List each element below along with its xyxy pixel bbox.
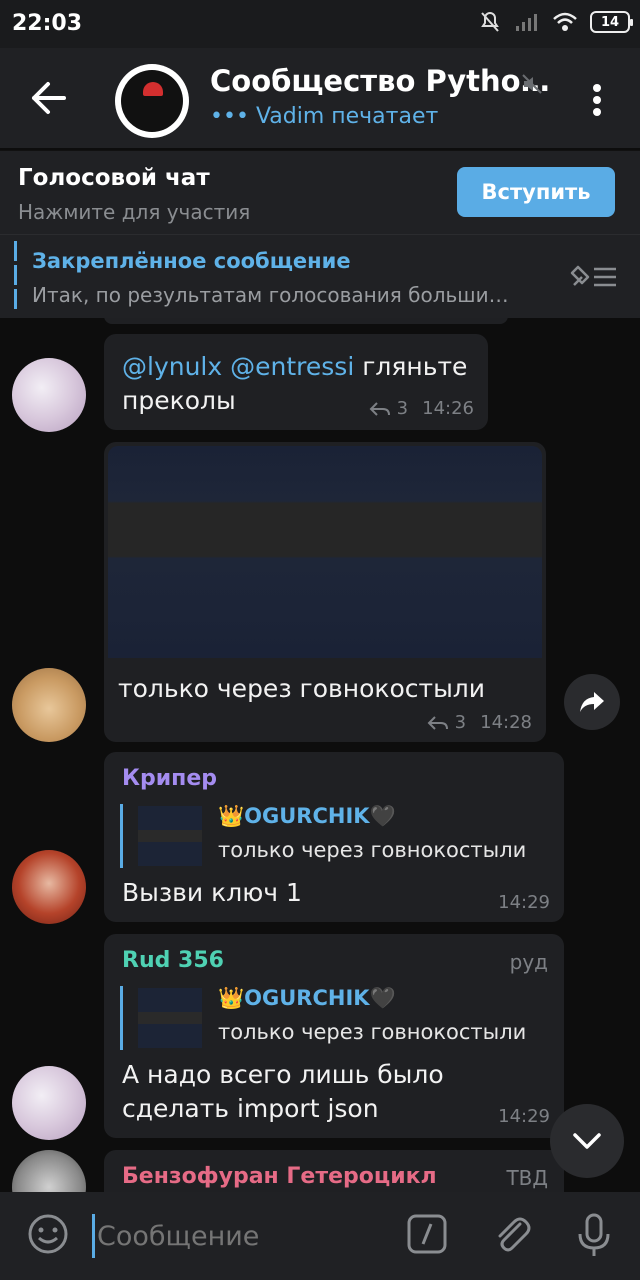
reply-author: 👑OGURCHIK🖤: [218, 804, 396, 828]
pin-list-icon[interactable]: [568, 261, 620, 291]
member-tag: ТВД: [506, 1166, 548, 1190]
pinned-indicator: [14, 241, 17, 311]
message-meta: 3 14:26: [369, 398, 474, 419]
typing-status: ••• Vadim печатает: [210, 104, 438, 129]
reply-text: только через говнокостыли: [218, 1020, 527, 1044]
message-bubble[interactable]: только через говнокостыли 3 14:28: [104, 442, 546, 742]
muted-icon: [522, 74, 542, 94]
emoji-icon[interactable]: [26, 1212, 70, 1256]
bot-commands-icon[interactable]: [406, 1212, 448, 1256]
voice-chat-bar[interactable]: Голосовой чат Нажмите для участия Вступи…: [0, 150, 640, 234]
reply-count-icon: [427, 715, 448, 730]
message-list[interactable]: @lynulx @entressi гляньте преколы 3 14:2…: [0, 318, 640, 1192]
avatar[interactable]: [12, 1150, 86, 1192]
pinned-message-bar[interactable]: Закреплённое сообщение Итак, по результа…: [0, 234, 640, 318]
message-text: Вызви ключ 1: [122, 878, 302, 907]
share-button[interactable]: [564, 674, 620, 730]
more-menu-icon[interactable]: [586, 80, 608, 120]
mention-link[interactable]: @lynulx: [122, 352, 222, 381]
mention-link[interactable]: @entressi: [230, 352, 354, 381]
message-bubble[interactable]: Крипер 👑OGURCHIK🖤 только через говнокост…: [104, 752, 564, 922]
reply-count-icon: [369, 401, 390, 416]
battery-level: 14: [600, 14, 620, 30]
status-time: 22:03: [12, 11, 83, 36]
message-text: А надо всего лишь было сделать import js…: [122, 1060, 444, 1123]
reply-preview[interactable]: 👑OGURCHIK🖤 только через говнокостыли: [120, 804, 540, 868]
typing-text: Vadim печатает: [255, 104, 439, 129]
reply-preview[interactable]: 👑OGURCHIK🖤 только через говнокостыли: [120, 986, 540, 1050]
reply-thumbnail: [138, 988, 202, 1048]
reply-text: только через говнокостыли: [218, 838, 527, 862]
reply-count[interactable]: 3: [397, 398, 408, 419]
voice-chat-title: Голосовой чат: [18, 165, 210, 191]
message-text: только через говнокостыли: [118, 674, 486, 703]
wifi-icon: [553, 12, 577, 31]
chevron-down-icon: [573, 1133, 601, 1149]
previous-message-tail: [104, 318, 508, 324]
pinned-title: Закреплённое сообщение: [32, 249, 351, 273]
avatar[interactable]: [12, 1066, 86, 1140]
message-meta: 3 14:28: [427, 712, 532, 733]
member-tag: руд: [509, 950, 548, 974]
sender-name[interactable]: Rud 356: [122, 948, 224, 973]
sender-name[interactable]: Бензофуран Гетероцикл: [122, 1164, 437, 1189]
signal-icon: [516, 14, 537, 31]
voice-chat-subtitle: Нажмите для участия: [18, 200, 251, 224]
reply-author: 👑OGURCHIK🖤: [218, 986, 396, 1010]
reply-count[interactable]: 3: [455, 712, 466, 733]
share-arrow-icon: [580, 692, 604, 712]
pinned-text: Итак, по результатам голосования больши…: [32, 283, 509, 307]
back-arrow-icon[interactable]: [26, 78, 70, 118]
message-bubble[interactable]: @lynulx @entressi гляньте преколы 3 14:2…: [104, 334, 488, 430]
group-avatar[interactable]: [115, 64, 189, 138]
notifications-off-icon: [481, 11, 499, 32]
avatar[interactable]: [12, 358, 86, 432]
message-time: 14:29: [498, 1106, 550, 1127]
avatar[interactable]: [12, 668, 86, 742]
message-bubble[interactable]: Бензофуран Гетероцикл ТВД: [104, 1150, 564, 1192]
message-time: 14:28: [480, 712, 532, 733]
message-bubble[interactable]: Rud 356 руд 👑OGURCHIK🖤 только через говн…: [104, 934, 564, 1138]
message-input-bar: [0, 1192, 640, 1280]
message-image[interactable]: [108, 446, 542, 658]
avatar[interactable]: [12, 850, 86, 924]
microphone-icon[interactable]: [576, 1212, 612, 1258]
status-icons: 14: [478, 10, 633, 34]
scroll-down-button[interactable]: [550, 1104, 624, 1178]
typing-dots: •••: [210, 104, 249, 129]
join-voice-chat-button[interactable]: Вступить: [457, 167, 615, 217]
message-time: 14:26: [422, 398, 474, 419]
status-bar: 22:03 14: [0, 0, 640, 48]
chat-header: Сообщество Pytho… ••• Vadim печатает: [0, 48, 640, 148]
reply-thumbnail: [138, 806, 202, 866]
battery-icon: 14: [590, 11, 633, 33]
message-input[interactable]: [92, 1214, 372, 1258]
sender-name[interactable]: Крипер: [122, 766, 217, 791]
message-time: 14:29: [498, 892, 550, 913]
group-title[interactable]: Сообщество Pytho…: [210, 64, 550, 98]
attach-icon[interactable]: [490, 1212, 534, 1256]
